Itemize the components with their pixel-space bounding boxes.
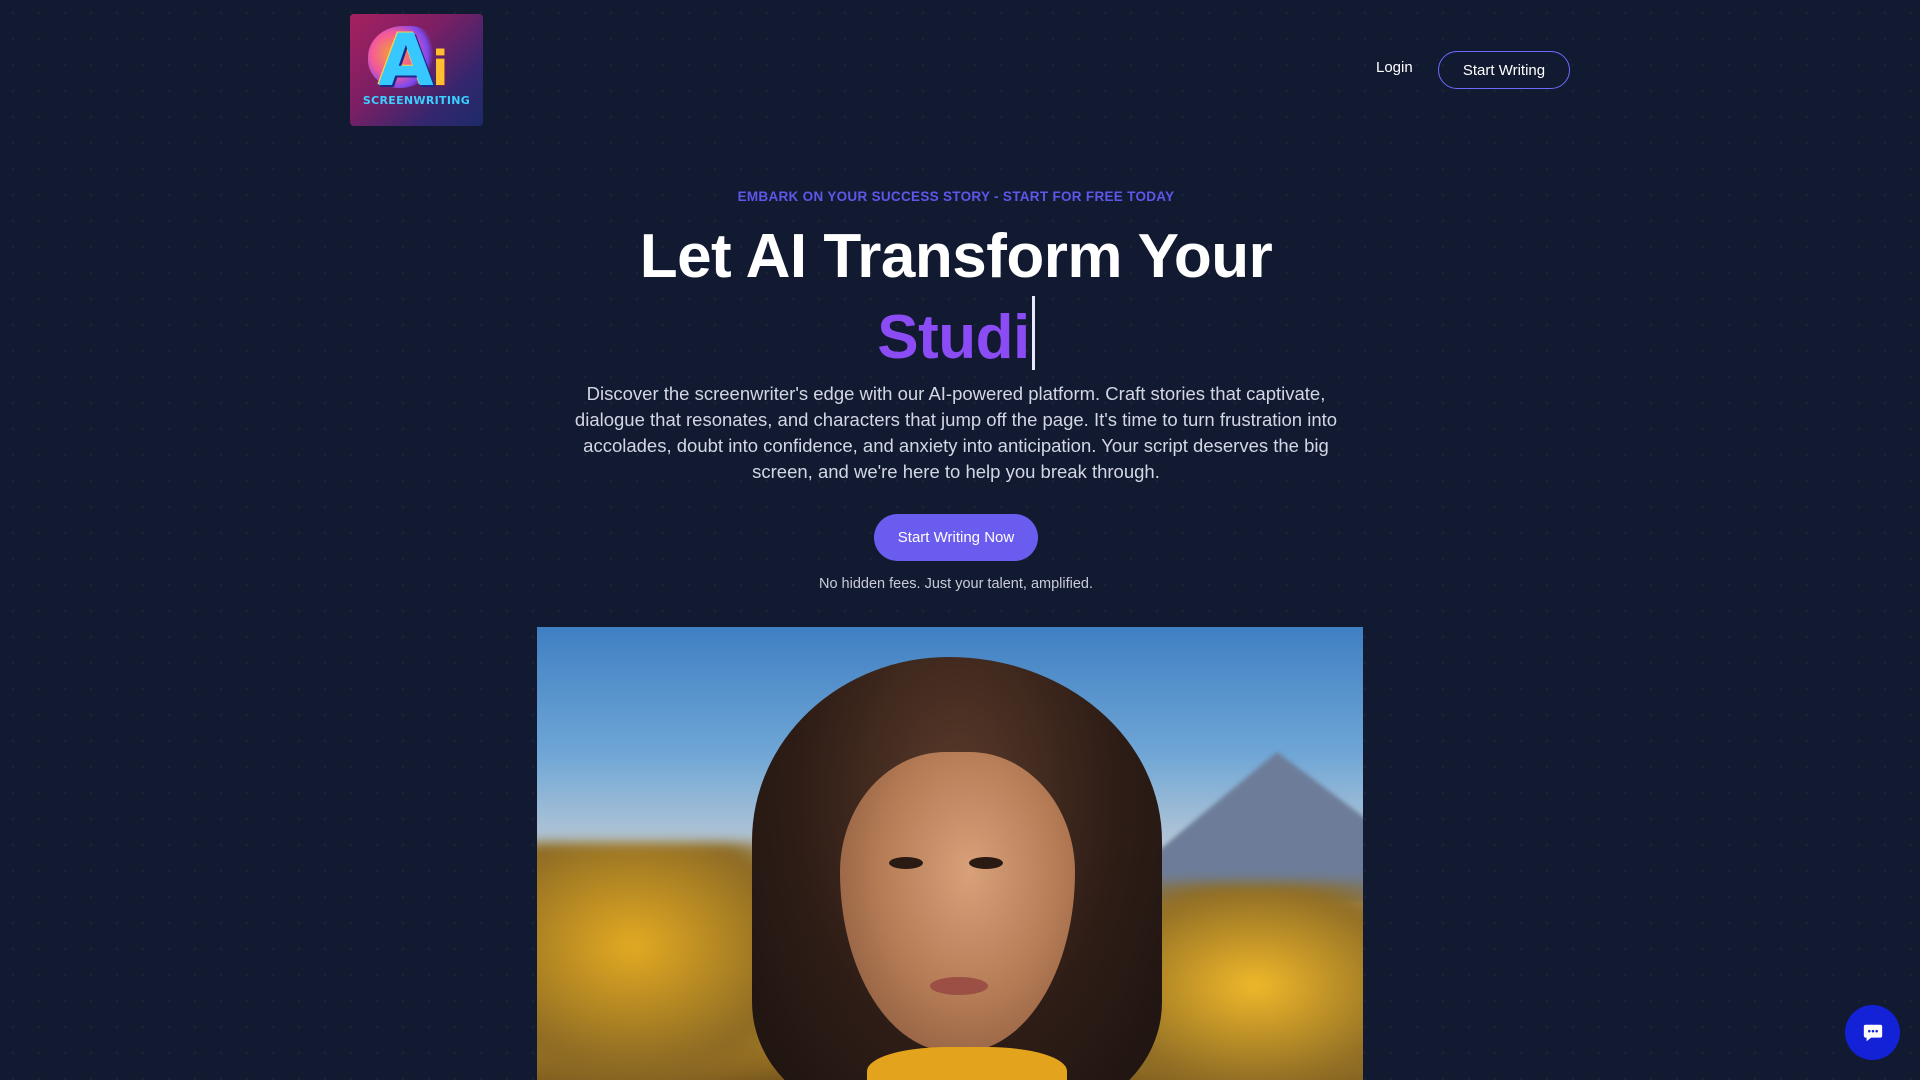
hero-description: Discover the screenwriter's edge with ou… xyxy=(574,383,1338,482)
hero-fine-print: No hidden fees. Just your talent, amplif… xyxy=(818,576,1094,592)
hero-portrait-image xyxy=(537,627,1363,1080)
hero-rotating-word: Studi xyxy=(877,303,1030,372)
hero-eyebrow: EMBARK ON YOUR SUCCESS STORY - START FOR… xyxy=(737,189,1175,204)
site-logo[interactable]: A i SCREENWRITING xyxy=(350,14,483,126)
logo-wordmark: SCREENWRITING xyxy=(362,94,471,107)
typing-caret xyxy=(1031,296,1035,370)
start-writing-button[interactable]: Start Writing xyxy=(1438,51,1570,89)
image-garment xyxy=(867,1047,1067,1080)
image-eye-left xyxy=(889,857,923,869)
login-link[interactable]: Login xyxy=(1376,59,1413,76)
start-writing-now-button[interactable]: Start Writing Now xyxy=(874,514,1038,561)
hero-rotating-word-line: Studi xyxy=(0,296,1912,373)
image-eye-right xyxy=(969,857,1003,869)
logo-letter-a: A xyxy=(378,18,434,102)
chat-widget-button[interactable] xyxy=(1845,1005,1900,1060)
hero-headline: Let AI Transform Your xyxy=(639,222,1273,291)
chat-bubble-icon xyxy=(1863,1024,1882,1041)
image-lips xyxy=(930,977,988,995)
logo-letter-i: i xyxy=(432,41,449,97)
